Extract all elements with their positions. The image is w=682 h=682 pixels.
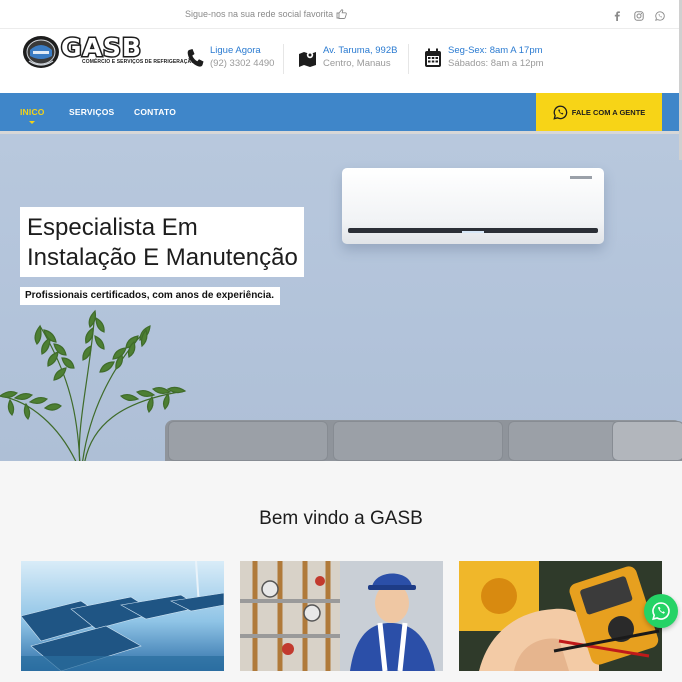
contact-hours-detail: Sábados: 8am a 12pm — [448, 58, 544, 69]
follow-us: Sigue-nos na sua rede social favorita — [185, 9, 347, 19]
sofa-cushion — [168, 421, 328, 461]
hero-title: Especialista Em Instalação E Manutenção — [20, 207, 304, 277]
service-card-electric[interactable] — [459, 561, 662, 671]
multimeter-image — [459, 561, 662, 671]
follow-us-text: Sigue-nos na sua rede social favorita — [185, 9, 334, 19]
whatsapp-icon — [553, 105, 567, 120]
contact-us-button[interactable]: FALE COM A GENTE — [536, 93, 662, 131]
contact-address-detail: Centro, Manaus — [323, 58, 391, 69]
whatsapp-small-icon[interactable] — [655, 8, 665, 21]
contact-phone-title: Ligue Agora — [210, 45, 261, 56]
calendar-icon — [425, 48, 441, 67]
hero-subtitle: Profissionais certificados, com anos de … — [20, 287, 280, 305]
service-card-solar[interactable] — [21, 561, 224, 671]
header: GASB COMÉRCIO E SERVIÇOS DE REFRIGERAÇÃO… — [0, 29, 682, 93]
logo-text: GASB — [61, 33, 142, 59]
solar-panels-image — [21, 561, 224, 671]
whatsapp-icon — [652, 602, 670, 621]
contact-us-label: FALE COM A GENTE — [571, 107, 646, 117]
contact-phone-detail: (92) 3302 4490 — [210, 58, 275, 69]
facebook-icon[interactable] — [613, 8, 622, 21]
welcome-title: Bem vindo a GASB — [259, 508, 423, 529]
hero-banner: Especialista Em Instalação E Manutenção … — [0, 134, 682, 461]
contact-address[interactable]: Av. Taruma, 992B Centro, Manaus — [298, 45, 397, 71]
air-conditioner-image — [342, 168, 604, 244]
sofa-cushion — [508, 421, 618, 461]
social-links — [613, 8, 665, 21]
nav-item-contato[interactable]: CONTATO — [134, 107, 176, 117]
whatsapp-float-button[interactable] — [644, 594, 678, 628]
nav-item-servicos[interactable]: SERVIÇOS — [69, 107, 114, 117]
hero-title-line2: Instalação E Manutenção — [27, 244, 298, 271]
divider — [408, 44, 409, 74]
phone-icon — [187, 49, 204, 67]
nav-item-inico[interactable]: INICO — [20, 107, 45, 117]
service-card-technician[interactable] — [240, 561, 443, 671]
top-bar: Sigue-nos na sua rede social favorita — [0, 0, 682, 29]
contact-phone[interactable]: Ligue Agora (92) 3302 4490 — [185, 45, 274, 71]
sofa-cushion — [333, 421, 503, 461]
hero-title-line1: Especialista Em — [27, 214, 198, 241]
divider — [283, 44, 284, 74]
plant-image — [0, 309, 187, 461]
technician-image — [240, 561, 443, 671]
sofa-cushion — [612, 421, 682, 461]
logo[interactable]: GASB COMÉRCIO E SERVIÇOS DE REFRIGERAÇÃO — [22, 33, 195, 73]
logo-subtitle: COMÉRCIO E SERVIÇOS DE REFRIGERAÇÃO — [82, 59, 196, 65]
contact-hours-title: Seg-Sex: 8am A 17pm — [448, 45, 543, 56]
welcome-section: Bem vindo a GASB — [0, 461, 682, 682]
instagram-icon[interactable] — [634, 8, 644, 21]
active-indicator — [29, 121, 35, 124]
logo-wordmark: GASB — [60, 33, 142, 59]
thumbs-up-icon — [336, 9, 347, 19]
contact-address-title: Av. Taruma, 992B — [323, 45, 398, 56]
contact-hours[interactable]: Seg-Sex: 8am A 17pm Sábados: 8am a 12pm — [423, 45, 544, 71]
map-icon — [299, 51, 316, 67]
